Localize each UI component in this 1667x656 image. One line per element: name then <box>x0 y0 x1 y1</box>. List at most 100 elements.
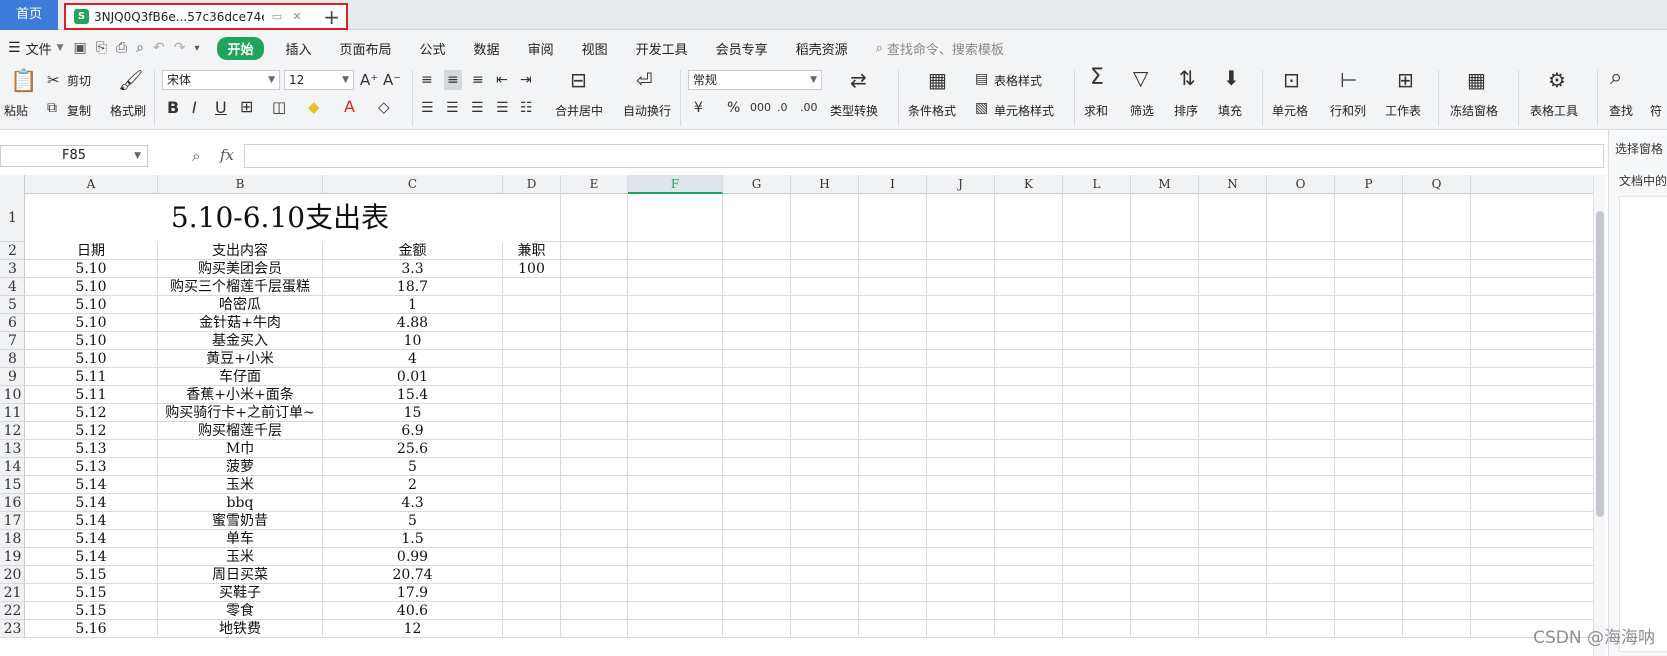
menu-data[interactable]: 数据 <box>474 39 500 58</box>
italic-icon[interactable]: I <box>192 98 197 118</box>
cell[interactable] <box>1335 584 1403 601</box>
cell[interactable] <box>1267 332 1335 349</box>
cell[interactable] <box>723 566 791 583</box>
type-convert-icon[interactable]: ⇄ <box>850 70 867 90</box>
table-style-icon[interactable]: ▤ <box>975 69 988 89</box>
cell[interactable]: 黄豆+小米 <box>158 350 323 367</box>
fx-icon[interactable]: fx <box>220 146 234 164</box>
cell[interactable] <box>1403 566 1471 583</box>
cell[interactable] <box>1131 194 1199 241</box>
cell[interactable] <box>791 386 859 403</box>
row-header[interactable]: 11 <box>0 404 25 422</box>
cell[interactable] <box>628 548 723 565</box>
cell[interactable] <box>1199 404 1267 421</box>
cell[interactable] <box>503 368 561 385</box>
cell[interactable]: 10 <box>323 332 503 349</box>
print-preview-icon[interactable]: ⌕ <box>136 40 144 56</box>
cell[interactable] <box>723 404 791 421</box>
cell[interactable] <box>723 458 791 475</box>
menu-page-layout[interactable]: 页面布局 <box>340 39 392 58</box>
column-header-h[interactable]: H <box>791 175 859 194</box>
cell[interactable] <box>628 296 723 313</box>
row-col-button[interactable]: 行和列 <box>1330 102 1366 119</box>
cell[interactable] <box>628 458 723 475</box>
cell[interactable]: 5.10 <box>25 260 158 277</box>
cell[interactable]: 5.15 <box>25 566 158 583</box>
cell[interactable] <box>561 404 628 421</box>
row-header[interactable]: 23 <box>0 620 25 638</box>
cell[interactable] <box>723 548 791 565</box>
decimal-decrease-icon[interactable]: .00 <box>800 98 818 118</box>
cell[interactable] <box>1267 278 1335 295</box>
cell[interactable] <box>1063 422 1131 439</box>
cell[interactable]: 4 <box>323 350 503 367</box>
cell[interactable] <box>1199 386 1267 403</box>
freeze-button[interactable]: 冻结窗格 <box>1450 102 1498 119</box>
worksheet-icon[interactable]: ⊞ <box>1397 70 1414 90</box>
cell[interactable] <box>1335 194 1403 241</box>
number-format-select[interactable]: 常规 ▼ <box>688 70 822 90</box>
cell[interactable] <box>503 458 561 475</box>
cell[interactable] <box>503 530 561 547</box>
cell[interactable]: bbq <box>158 494 323 511</box>
column-header-j[interactable]: J <box>927 175 995 194</box>
cell[interactable] <box>503 602 561 619</box>
cell[interactable] <box>1063 386 1131 403</box>
cell[interactable] <box>1403 602 1471 619</box>
row-header[interactable]: 18 <box>0 530 25 548</box>
select-all-corner[interactable] <box>0 175 25 194</box>
scissors-icon[interactable]: ✂ <box>47 70 60 90</box>
cell[interactable] <box>995 242 1063 259</box>
cell[interactable]: 5.14 <box>25 548 158 565</box>
cell[interactable] <box>1267 566 1335 583</box>
cell[interactable] <box>723 602 791 619</box>
cell[interactable] <box>561 494 628 511</box>
align-right-icon[interactable]: ☰ <box>471 98 484 118</box>
cell[interactable] <box>927 368 995 385</box>
cell[interactable] <box>628 314 723 331</box>
cell[interactable]: 玉米 <box>158 548 323 565</box>
cell[interactable] <box>791 368 859 385</box>
cell[interactable] <box>628 278 723 295</box>
cell[interactable] <box>1131 422 1199 439</box>
cell[interactable] <box>723 242 791 259</box>
cell[interactable] <box>1335 512 1403 529</box>
wrap-text-button[interactable]: 自动换行 <box>623 102 671 119</box>
cell[interactable] <box>1199 602 1267 619</box>
row-header[interactable]: 19 <box>0 548 25 566</box>
cell[interactable] <box>859 620 927 637</box>
cell[interactable]: 17.9 <box>323 584 503 601</box>
cell[interactable] <box>503 314 561 331</box>
eraser-icon[interactable]: ◇ <box>378 97 390 117</box>
cell[interactable]: 1 <box>323 296 503 313</box>
cell[interactable] <box>628 404 723 421</box>
justify-icon[interactable]: ☰ <box>496 98 509 118</box>
fill-icon[interactable]: ⬇ <box>1223 68 1240 88</box>
cell[interactable] <box>791 584 859 601</box>
column-header-b[interactable]: B <box>158 175 323 194</box>
cell[interactable] <box>723 476 791 493</box>
cell[interactable] <box>628 512 723 529</box>
cell[interactable]: 5.11 <box>25 386 158 403</box>
row-header[interactable]: 9 <box>0 368 25 386</box>
sort-icon[interactable]: ⇅ <box>1179 68 1196 88</box>
cell[interactable] <box>859 602 927 619</box>
cell[interactable] <box>628 350 723 367</box>
font-color-icon[interactable]: A <box>344 97 355 117</box>
cell[interactable] <box>561 530 628 547</box>
tab-home[interactable]: 首页 <box>0 0 58 30</box>
cell[interactable] <box>859 296 927 313</box>
save-icon[interactable]: ▣ <box>74 40 87 56</box>
cell[interactable]: 20.74 <box>323 566 503 583</box>
cell[interactable] <box>1403 242 1471 259</box>
cell[interactable] <box>1063 260 1131 277</box>
cell[interactable] <box>1199 194 1267 241</box>
cell[interactable]: 零食 <box>158 602 323 619</box>
row-header[interactable]: 4 <box>0 278 25 296</box>
cell[interactable] <box>1063 194 1131 241</box>
cell[interactable] <box>1063 332 1131 349</box>
cell[interactable] <box>859 368 927 385</box>
cell[interactable] <box>1131 278 1199 295</box>
cell[interactable] <box>791 422 859 439</box>
cell[interactable] <box>1063 242 1131 259</box>
